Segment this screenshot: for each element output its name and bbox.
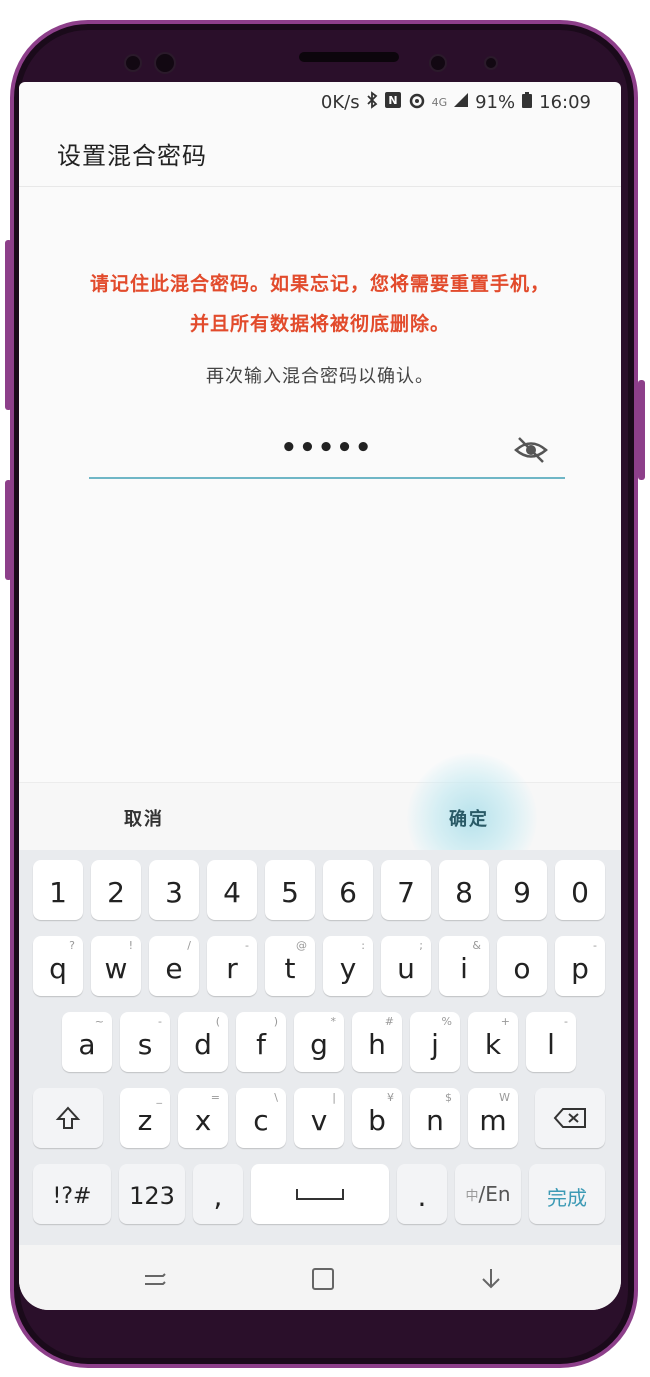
key-7[interactable]: 7	[381, 860, 431, 920]
action-bar: 取消 确定	[19, 753, 621, 883]
key-e[interactable]: / e	[149, 936, 199, 996]
key-1[interactable]: 1	[33, 860, 83, 920]
key-r[interactable]: -r	[207, 936, 257, 996]
language-key[interactable]: 中/En	[455, 1164, 521, 1224]
back-button[interactable]	[477, 1265, 505, 1293]
nfc-icon: N	[384, 91, 402, 114]
key-9[interactable]: 9	[497, 860, 547, 920]
backspace-icon	[553, 1108, 586, 1128]
key-k[interactable]: + k	[468, 1012, 518, 1072]
recent-apps-icon	[145, 1273, 166, 1285]
lang-zh-label: 中	[465, 1188, 479, 1204]
key-5[interactable]: 5	[265, 860, 315, 920]
password-field[interactable]: •••••	[89, 427, 565, 479]
warning-line-2: 并且所有数据将被彻底删除。	[189, 313, 450, 335]
warning-message: 请记住此混合密码。如果忘记，您将需要重置手机， 并且所有数据将被彻底删除。	[49, 264, 591, 344]
keyboard: 1 2 3 4 5 6 7 8 9 0 ? q ! w / e -r @ t :y ; u…	[19, 850, 621, 1245]
shift-arrow-icon	[55, 1106, 81, 1129]
battery-icon	[521, 91, 533, 114]
shift-key[interactable]	[33, 1088, 103, 1148]
title-bar: 设置混合密码	[19, 122, 621, 187]
lang-en-label: /En	[478, 1182, 511, 1206]
period-key[interactable]: .	[397, 1164, 447, 1224]
key-x[interactable]: = x	[178, 1088, 228, 1148]
key-y[interactable]: :y	[323, 936, 373, 996]
key-v[interactable]: | v	[294, 1088, 344, 1148]
confirm-prompt: 再次输入混合密码以确认。	[206, 366, 434, 387]
side-button-power	[638, 380, 645, 480]
key-w[interactable]: ! w	[91, 936, 141, 996]
key-f[interactable]: ) f	[236, 1012, 286, 1072]
key-b[interactable]: ¥ b	[352, 1088, 402, 1148]
key-2[interactable]: 2	[91, 860, 141, 920]
navigation-bar	[19, 1245, 621, 1310]
key-u[interactable]: ; u	[381, 936, 431, 996]
iris-scanner	[154, 52, 176, 74]
space-key[interactable]	[251, 1164, 389, 1224]
svg-text:N: N	[388, 94, 397, 107]
symbols-key[interactable]: !?#	[33, 1164, 111, 1224]
status-bar: 0K/s N 4G 91% 16:09	[19, 82, 621, 122]
key-8[interactable]: 8	[439, 860, 489, 920]
bluetooth-icon	[366, 90, 378, 114]
key-n[interactable]: $ n	[410, 1088, 460, 1148]
front-camera	[429, 54, 447, 72]
alarm-icon	[408, 91, 426, 114]
done-key[interactable]: 完成	[529, 1164, 605, 1224]
back-arrow-icon	[482, 1269, 500, 1289]
network-speed: 0K/s	[320, 91, 360, 113]
side-button-volume	[5, 480, 12, 580]
numbers-key[interactable]: 123	[119, 1164, 185, 1224]
key-d[interactable]: (d	[178, 1012, 228, 1072]
key-a[interactable]: ~ a	[62, 1012, 112, 1072]
battery-percent: 91%	[475, 91, 516, 113]
key-3[interactable]: 3	[149, 860, 199, 920]
key-q[interactable]: ? q	[33, 936, 83, 996]
key-t[interactable]: @ t	[265, 936, 315, 996]
phone-screen: 0K/s N 4G 91% 16:09 设置混合密码 请记住此混合密码。如果忘记…	[19, 82, 621, 1310]
key-j[interactable]: % j	[410, 1012, 460, 1072]
home-icon	[312, 1268, 334, 1290]
warning-line-1: 请记住此混合密码。如果忘记，您将需要重置手机，	[89, 273, 550, 295]
home-button[interactable]	[309, 1265, 337, 1293]
key-l[interactable]: -l	[526, 1012, 576, 1072]
key-s[interactable]: -s	[120, 1012, 170, 1072]
password-value: •••••	[280, 433, 374, 463]
signal-icon	[453, 92, 469, 113]
key-p[interactable]: -p	[555, 936, 605, 996]
proximity-sensor	[484, 56, 498, 70]
page-title: 设置混合密码	[57, 142, 207, 170]
comma-key[interactable]: ,	[193, 1164, 243, 1224]
clock-time: 16:09	[539, 91, 591, 113]
key-o[interactable]: o	[497, 936, 547, 996]
eye-off-icon	[514, 437, 548, 463]
network-type: 4G	[431, 95, 448, 109]
key-m[interactable]: Wm	[468, 1088, 518, 1148]
key-0[interactable]: 0	[555, 860, 605, 920]
key-z[interactable]: _ z	[120, 1088, 170, 1148]
key-6[interactable]: 6	[323, 860, 373, 920]
space-bar-icon	[296, 1189, 344, 1200]
key-i[interactable]: & i	[439, 936, 489, 996]
iris-sensor	[124, 54, 142, 72]
ok-button[interactable]: 确定	[449, 805, 489, 831]
key-c[interactable]: \ c	[236, 1088, 286, 1148]
earpiece-speaker	[299, 52, 399, 62]
key-h[interactable]: # h	[352, 1012, 402, 1072]
key-4[interactable]: 4	[207, 860, 257, 920]
key-g[interactable]: * g	[294, 1012, 344, 1072]
recent-apps-button[interactable]	[141, 1265, 169, 1293]
toggle-visibility-button[interactable]	[513, 435, 549, 465]
backspace-key[interactable]	[535, 1088, 605, 1148]
side-button-bixby	[5, 240, 12, 410]
cancel-button[interactable]: 取消	[124, 805, 164, 831]
